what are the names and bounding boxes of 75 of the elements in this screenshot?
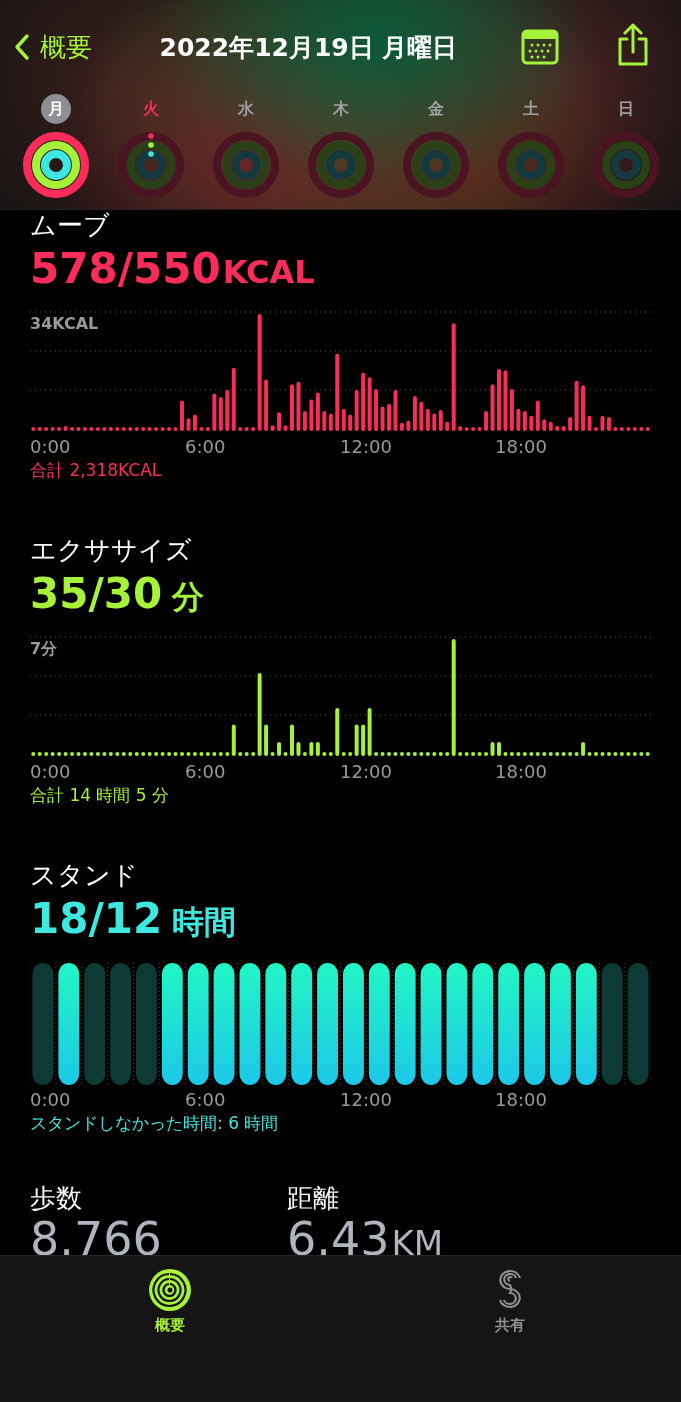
chart-bar — [180, 400, 184, 431]
unit-label: 時間 — [172, 903, 237, 941]
axis-label: 12:00 — [340, 761, 393, 783]
axis-label: 12:00 — [340, 1089, 393, 1111]
weekday-tab[interactable]: 水 — [230, 94, 261, 124]
rings-icon — [148, 1268, 192, 1312]
date-title: 2022年12月19日 月曜日 — [158, 31, 459, 64]
weekday-tab[interactable]: 火 — [135, 94, 166, 124]
goal-value: 35/30 — [30, 569, 163, 618]
chart-dot — [587, 752, 592, 756]
weekday-tab[interactable]: 月 — [40, 94, 71, 124]
chevron-left-icon — [14, 33, 30, 61]
metric-label: 歩数 — [30, 1183, 83, 1213]
chart-bar — [354, 724, 359, 756]
chart-dot — [270, 752, 275, 756]
section-title: エクササイズ — [30, 535, 193, 565]
chart-bar — [63, 426, 68, 431]
summary-text: 合計 2,318KCAL — [30, 459, 163, 482]
axis-label: 0:00 — [30, 436, 72, 458]
weekday-tab[interactable]: 土 — [515, 94, 546, 124]
summary-text: スタンドしなかった時間: 6 時間 — [30, 1112, 280, 1135]
axis-label: 34KCAL — [30, 314, 99, 333]
summary-text: 合計 14 時間 5 分 — [30, 784, 171, 807]
axis-label: 6:00 — [185, 761, 227, 783]
chart-bar — [497, 741, 501, 756]
chart-dot — [57, 427, 62, 431]
chart-bar — [277, 741, 282, 756]
axis-label: 6:00 — [185, 436, 227, 458]
axis-label: 0:00 — [30, 1089, 72, 1111]
chart-dot — [180, 752, 184, 756]
weekday-tab[interactable]: 金 — [420, 94, 451, 124]
unit-label: 分 — [172, 578, 205, 616]
chart-bar — [458, 426, 463, 431]
chart-dot — [594, 427, 598, 431]
back-button[interactable]: 概要 — [14, 29, 92, 65]
axis-label: 18:00 — [495, 436, 548, 458]
goal-value: 578/550 — [30, 244, 221, 293]
section-title: ムーブ — [30, 210, 111, 240]
chart-bar — [231, 724, 236, 756]
chart-bar — [290, 724, 294, 756]
axis-label: 18:00 — [495, 761, 548, 783]
chart-bar — [290, 384, 294, 431]
chart-bar — [264, 724, 269, 756]
chart-dot — [341, 752, 346, 756]
chart-dot — [464, 427, 469, 431]
chart-dot — [594, 752, 598, 756]
section-title: スタンド — [30, 860, 139, 890]
chart-dot — [251, 752, 256, 756]
chart-dot — [348, 752, 353, 756]
chart-bar — [581, 741, 586, 756]
chart-bar — [490, 741, 495, 756]
chart-bar — [296, 741, 301, 756]
chart-dot — [302, 752, 307, 756]
goal-value: 18/12 — [30, 894, 163, 943]
metric-label: 距離 — [287, 1183, 340, 1213]
axis-label: 0:00 — [30, 761, 72, 783]
chart-dot — [484, 752, 489, 756]
axis-label: 7分 — [30, 639, 58, 660]
axis-label: 18:00 — [495, 1089, 548, 1111]
chart-dot — [251, 427, 256, 431]
chart-dot — [445, 752, 450, 756]
chart-bar — [497, 369, 501, 431]
calendar-icon[interactable] — [521, 29, 559, 65]
chart-dot — [83, 752, 87, 756]
chart-dot — [225, 752, 230, 756]
weekday-tab[interactable]: 日 — [610, 94, 641, 124]
chart-dot — [283, 752, 288, 756]
chart-bar — [335, 708, 340, 756]
chart-dot — [387, 752, 391, 756]
chart-bar — [387, 404, 391, 431]
axis-label: 12:00 — [340, 436, 393, 458]
axis-label: 6:00 — [185, 1089, 227, 1111]
unit-label: KCAL — [222, 253, 315, 291]
weekday-tab[interactable]: 木 — [325, 94, 356, 124]
chart-dot — [83, 427, 87, 431]
